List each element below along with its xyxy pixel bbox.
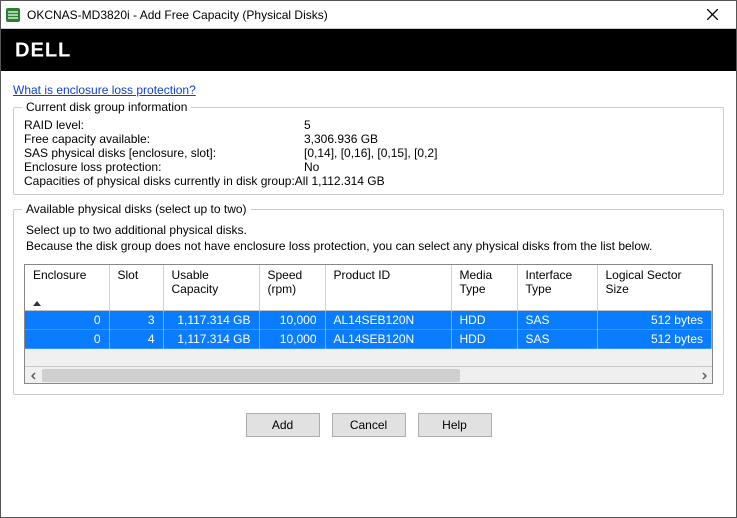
cell-enclosure: 0 <box>25 330 109 349</box>
col-usable[interactable]: Usable Capacity <box>163 265 259 311</box>
cell-interface: SAS <box>517 330 597 349</box>
value-free-capacity: 3,306.936 GB <box>304 132 378 146</box>
label-capacities: Capacities of physical disks currently i… <box>24 174 295 188</box>
disk-group-info: Current disk group information RAID leve… <box>13 107 724 195</box>
scroll-left-arrow-icon[interactable] <box>25 367 42 384</box>
cell-enclosure: 0 <box>25 311 109 330</box>
table-header-row: Enclosure Slot Usable Capacity Speed (rp… <box>25 265 712 311</box>
table-row[interactable]: 0 4 1,117.314 GB 10,000 AL14SEB120N HDD … <box>25 330 712 349</box>
add-button[interactable]: Add <box>246 413 320 437</box>
table-row[interactable]: 0 3 1,117.314 GB 10,000 AL14SEB120N HDD … <box>25 311 712 330</box>
cell-product: AL14SEB120N <box>325 330 451 349</box>
cell-sector: 512 bytes <box>597 330 712 349</box>
col-interface[interactable]: Interface Type <box>517 265 597 311</box>
svg-text:DELL: DELL <box>15 39 71 61</box>
cell-usable: 1,117.314 GB <box>163 330 259 349</box>
scrollbar-track[interactable] <box>42 367 695 384</box>
value-enclosure-loss: No <box>304 160 319 174</box>
cell-media: HDD <box>451 311 517 330</box>
value-raid: 5 <box>304 118 311 132</box>
col-product[interactable]: Product ID <box>325 265 451 311</box>
cell-speed: 10,000 <box>259 311 325 330</box>
dell-logo: DELL <box>15 39 125 61</box>
group-legend-available: Available physical disks (select up to t… <box>22 202 251 216</box>
value-capacities: All 1,112.314 GB <box>295 174 385 188</box>
window-title: OKCNAS-MD3820i - Add Free Capacity (Phys… <box>27 8 328 22</box>
enclosure-loss-link[interactable]: What is enclosure loss protection? <box>13 83 196 97</box>
cell-slot: 3 <box>109 311 163 330</box>
cell-interface: SAS <box>517 311 597 330</box>
col-speed[interactable]: Speed (rpm) <box>259 265 325 311</box>
cancel-button[interactable]: Cancel <box>332 413 406 437</box>
cell-media: HDD <box>451 330 517 349</box>
label-raid: RAID level: <box>24 118 304 132</box>
titlebar: OKCNAS-MD3820i - Add Free Capacity (Phys… <box>1 1 736 29</box>
app-icon <box>5 7 21 23</box>
scroll-right-arrow-icon[interactable] <box>695 367 712 384</box>
col-sector[interactable]: Logical Sector Size <box>597 265 712 311</box>
cell-slot: 4 <box>109 330 163 349</box>
label-sas-disks: SAS physical disks [enclosure, slot]: <box>24 146 304 160</box>
brand-banner: DELL <box>1 29 736 71</box>
value-sas-disks: [0,14], [0,16], [0,15], [0,2] <box>304 146 437 160</box>
help-button[interactable]: Help <box>418 413 492 437</box>
cell-sector: 512 bytes <box>597 311 712 330</box>
label-enclosure-loss: Enclosure loss protection: <box>24 160 304 174</box>
cell-product: AL14SEB120N <box>325 311 451 330</box>
close-button[interactable] <box>694 4 730 26</box>
label-free-capacity: Free capacity available: <box>24 132 304 146</box>
col-media[interactable]: Media Type <box>451 265 517 311</box>
scrollbar-thumb[interactable] <box>42 369 460 382</box>
available-disks-group: Available physical disks (select up to t… <box>13 209 724 395</box>
instruction-line-1: Select up to two additional physical dis… <box>26 222 713 238</box>
instruction-line-2: Because the disk group does not have enc… <box>26 238 713 254</box>
disk-table: Enclosure Slot Usable Capacity Speed (rp… <box>24 264 713 384</box>
col-enclosure[interactable]: Enclosure <box>25 265 109 311</box>
table-empty-area <box>25 349 712 366</box>
col-slot[interactable]: Slot <box>109 265 163 311</box>
cell-speed: 10,000 <box>259 330 325 349</box>
group-legend-info: Current disk group information <box>22 100 191 114</box>
horizontal-scrollbar[interactable] <box>25 366 712 383</box>
button-row: Add Cancel Help <box>13 413 724 437</box>
cell-usable: 1,117.314 GB <box>163 311 259 330</box>
